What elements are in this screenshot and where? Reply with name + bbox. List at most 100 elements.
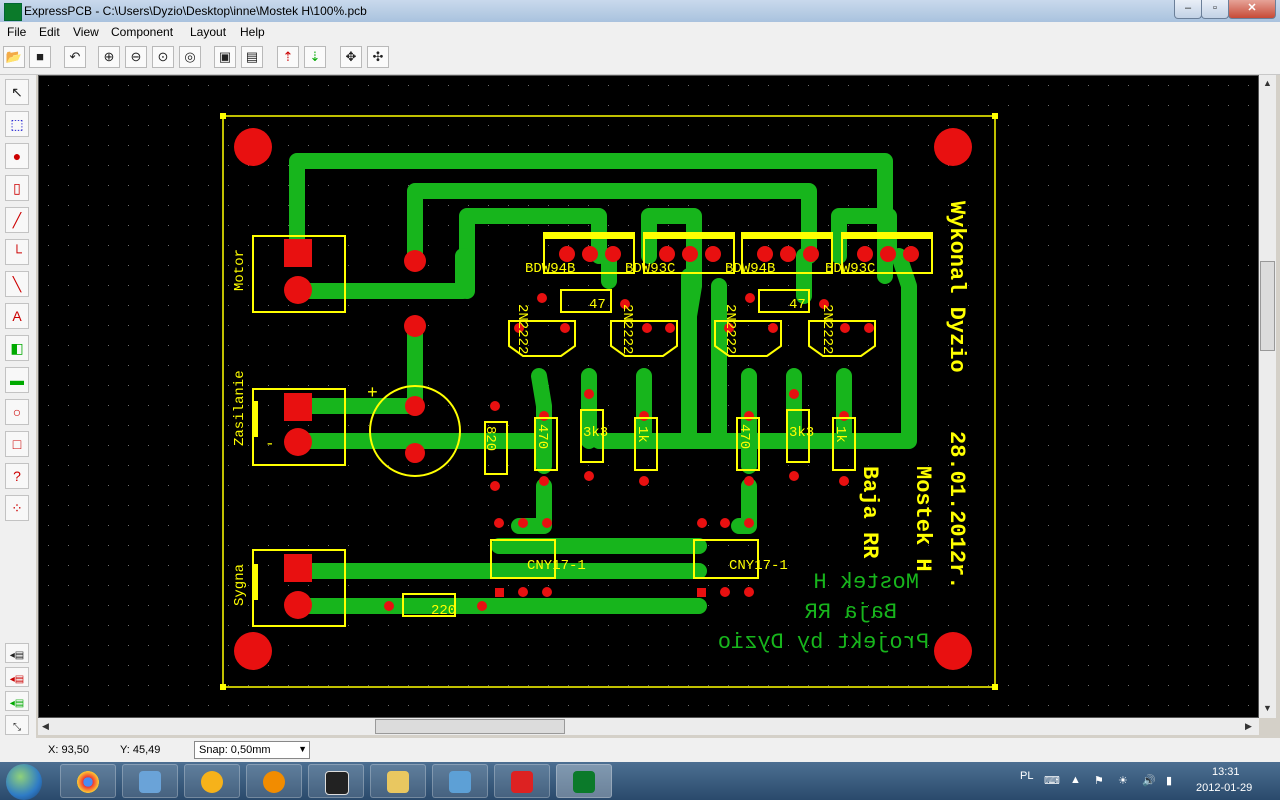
keyboard-icon[interactable]: ⌨	[1044, 774, 1060, 787]
zoom-in-icon[interactable]: ⊕	[98, 46, 120, 68]
nfs-icon[interactable]	[308, 764, 364, 798]
label-cny2: CNY17-1	[729, 558, 788, 574]
label-sygnal: Sygna	[232, 564, 248, 606]
snap-value: Snap: 0,50mm	[199, 744, 271, 756]
photos-icon[interactable]	[432, 764, 488, 798]
horizontal-scrollbar[interactable]: ◀ ▶	[38, 718, 1259, 735]
status-bar: X: 93,50 Y: 45,49	[0, 738, 1280, 762]
start-button[interactable]	[6, 764, 42, 800]
zoom-out-icon[interactable]: ⊖	[125, 46, 147, 68]
menu-file[interactable]: File	[7, 25, 26, 39]
pcb-drawing[interactable]: BDW94B BDW93C BDW94B BDW93C 2N2222 2N222…	[39, 76, 1259, 718]
expresspcb-app-icon	[4, 3, 22, 21]
board-outline-icon[interactable]: □	[5, 431, 29, 457]
ground-plane-icon[interactable]: ▬	[5, 367, 29, 393]
label-r1kb: 1k	[832, 426, 848, 443]
taskbar: PL ⌨ ▲ ⚑ ☀ 🔊 ▮ 13:31 2012-01-29	[0, 762, 1280, 800]
copper-rr: Baja RR	[805, 600, 897, 625]
maximize-button[interactable]: ▫	[1201, 0, 1229, 19]
scroll-left-icon[interactable]: ◀	[42, 721, 49, 732]
menu-bar: File Edit View Component Layout Help	[0, 22, 1280, 42]
volume-icon[interactable]: 🔊	[1142, 774, 1156, 787]
label-t1: 2N2222	[514, 304, 530, 354]
scroll-up-icon[interactable]: ▲	[1263, 78, 1272, 88]
label-cny1: CNY17-1	[527, 558, 586, 574]
snap-select[interactable]: Snap: 0,50mm ▼	[194, 741, 310, 759]
weather-icon[interactable]	[184, 764, 240, 798]
menu-view[interactable]: View	[73, 25, 99, 39]
component-icon[interactable]: ▯	[5, 175, 29, 201]
netlist-icon[interactable]: ⁘	[5, 495, 29, 521]
flag-icon[interactable]: ⚑	[1094, 774, 1104, 787]
tool-palette: ↖ ⬚ ● ▯ ╱ └ ╲ A ◧ ▬ ○ □ ? ⁘ ◂▤ ◂▤ ◂▤ ⤡	[0, 75, 36, 740]
corner-icon[interactable]: └	[5, 239, 29, 265]
zoom-fit-icon[interactable]: ⊙	[152, 46, 174, 68]
bottom-layer-icon[interactable]: ⇣	[304, 46, 326, 68]
label-motor: Motor	[232, 249, 248, 291]
show-hidden-icons-icon[interactable]: ▲	[1070, 774, 1081, 786]
menu-layout[interactable]: Layout	[190, 25, 226, 39]
menu-component[interactable]: Component	[111, 25, 173, 39]
pan-icon[interactable]: ✣	[367, 46, 389, 68]
chrome-icon[interactable]	[60, 764, 116, 798]
weather-tray-icon[interactable]: ☀	[1118, 774, 1128, 787]
label-minus: -	[265, 435, 275, 453]
network-icon[interactable]: ▮	[1166, 774, 1172, 787]
close-button[interactable]: ✕	[1228, 0, 1276, 19]
trace-icon[interactable]: ╱	[5, 207, 29, 233]
select-area-icon[interactable]: ⬚	[5, 111, 29, 137]
menu-edit[interactable]: Edit	[39, 25, 60, 39]
scroll-right-icon[interactable]: ▶	[1245, 721, 1252, 732]
move-icon[interactable]: ✥	[340, 46, 362, 68]
minimize-button[interactable]: –	[1174, 0, 1202, 19]
label-r220: 220	[431, 603, 456, 619]
pointer-icon[interactable]: ↖	[5, 79, 29, 105]
copper-title: Mostek H	[813, 570, 919, 595]
wire-icon[interactable]: ╲	[5, 271, 29, 297]
layer-top-view-icon[interactable]: ◂▤	[5, 643, 29, 663]
label-q1: BDW94B	[525, 261, 575, 277]
copper-author: Projekt by Dyzio	[718, 630, 929, 655]
top-layer-icon[interactable]: ⇡	[277, 46, 299, 68]
label-r1ka: 1k	[634, 426, 650, 443]
label-zasilanie: Zasilanie	[232, 370, 248, 446]
zoom-board-icon[interactable]: ◎	[179, 46, 201, 68]
open-icon[interactable]: 📂	[3, 46, 25, 68]
layer-swap-icon[interactable]: ◧	[5, 335, 29, 361]
pdf-icon[interactable]	[494, 764, 550, 798]
silk-author: Wykonal Dyzio	[944, 201, 969, 373]
label-q2: BDW93C	[625, 261, 675, 277]
label-plus: +	[367, 384, 378, 404]
label-t4: 2N2222	[819, 304, 835, 354]
chevron-down-icon[interactable]: ▼	[298, 744, 307, 754]
layer-both-view-icon[interactable]: ◂▤	[5, 667, 29, 687]
vertical-scrollbar[interactable]: ▲ ▼	[1259, 75, 1276, 718]
toolbar: 📂 ■ ↶ ⊕ ⊖ ⊙ ◎ ▣ ▤ ⇡ ⇣ ✥ ✣	[0, 42, 1280, 75]
net-query-icon[interactable]: ?	[5, 463, 29, 489]
undo-icon[interactable]: ↶	[64, 46, 86, 68]
explorer-icon[interactable]	[122, 764, 178, 798]
vertical-scroll-thumb[interactable]	[1260, 261, 1275, 351]
language-indicator[interactable]: PL	[1020, 770, 1033, 782]
menu-help[interactable]: Help	[240, 25, 265, 39]
pcb-canvas[interactable]: BDW94B BDW93C BDW94B BDW93C 2N2222 2N222…	[38, 75, 1259, 718]
save-icon[interactable]: ■	[29, 46, 51, 68]
layer-icon[interactable]: ▤	[241, 46, 263, 68]
clock-time[interactable]: 13:31	[1212, 766, 1240, 778]
clock-date[interactable]: 2012-01-29	[1196, 782, 1252, 794]
ratsnest-icon[interactable]: ⤡	[5, 715, 29, 735]
label-q3: BDW94B	[725, 261, 775, 277]
folder-icon[interactable]	[370, 764, 426, 798]
scroll-down-icon[interactable]: ▼	[1263, 703, 1272, 713]
label-r3k3b: 3k3	[789, 425, 814, 441]
text-icon[interactable]: A	[5, 303, 29, 329]
properties-icon[interactable]: ▣	[214, 46, 236, 68]
pad-icon[interactable]: ●	[5, 143, 29, 169]
vlc-icon[interactable]	[246, 764, 302, 798]
hole-icon[interactable]: ○	[5, 399, 29, 425]
window-title: ExpressPCB - C:\Users\Dyzio\Desktop\inne…	[24, 4, 367, 18]
layer-bottom-view-icon[interactable]: ◂▤	[5, 691, 29, 711]
horizontal-scroll-thumb[interactable]	[375, 719, 565, 734]
label-t3: 2N2222	[722, 304, 738, 354]
expresspcb-icon[interactable]	[556, 764, 612, 798]
